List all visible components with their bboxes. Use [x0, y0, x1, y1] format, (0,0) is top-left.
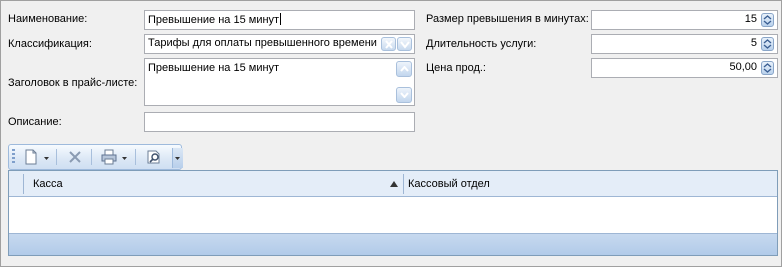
name-label: Наименование: [8, 13, 88, 25]
toolbar-overflow-button[interactable] [172, 148, 183, 168]
delete-icon [69, 151, 81, 163]
caret-down-icon [122, 157, 127, 160]
column-header-kassa[interactable]: Касса [29, 171, 404, 197]
toolbar-separator [56, 149, 57, 165]
clear-button[interactable] [381, 37, 396, 51]
spin-button[interactable] [761, 61, 774, 75]
new-icon [25, 149, 37, 165]
overrun-minutes-label: Размер превышения в минутах: [426, 13, 589, 25]
price-value: 50,00 [729, 61, 757, 73]
name-value: Превышение на 15 минут [148, 14, 280, 26]
pricelist-title-value: Превышение на 15 минут [148, 62, 280, 74]
grid-body[interactable] [9, 197, 777, 233]
text-cursor [280, 13, 282, 25]
toolbar-grip[interactable] [12, 149, 15, 165]
print-icon [101, 149, 117, 165]
pricelist-title-label: Заголовок в прайс-листе: [8, 77, 138, 89]
service-edit-panel: Наименование: Превышение на 15 минут Кла… [0, 0, 782, 267]
description-label: Описание: [8, 116, 62, 128]
chevron-down-icon [400, 41, 410, 49]
overrun-minutes-value: 15 [744, 13, 757, 25]
classification-label: Классификация: [8, 38, 92, 50]
grid-footer [9, 233, 777, 255]
description-field[interactable] [144, 112, 415, 132]
print-dropdown[interactable] [120, 148, 129, 168]
row-indicator-header[interactable] [9, 171, 23, 197]
spin-button[interactable] [761, 13, 774, 27]
overrun-minutes-spinner[interactable]: 15 [591, 10, 778, 30]
name-field[interactable]: Превышение на 15 минут [144, 10, 415, 30]
chevron-down-icon [400, 92, 409, 98]
toolbar-separator [135, 149, 136, 165]
spin-arrows-icon [763, 63, 772, 73]
classification-value: Тарифы для оплаты превышенного времени [148, 37, 377, 49]
search-button[interactable] [145, 148, 163, 166]
grid-toolbar [8, 144, 183, 170]
toolbar-separator [91, 149, 92, 165]
new-button[interactable] [22, 148, 40, 166]
search-icon [147, 150, 160, 164]
delete-button[interactable] [66, 148, 84, 166]
scroll-down-button[interactable] [396, 87, 412, 103]
column-divider [23, 174, 24, 194]
price-spinner[interactable]: 50,00 [591, 58, 778, 78]
dropdown-button[interactable] [397, 37, 412, 51]
column-header-label: Кассовый отдел [408, 178, 490, 190]
duration-spinner[interactable]: 5 [591, 34, 778, 54]
cash-register-grid: Касса Кассовый отдел [8, 170, 778, 256]
column-header-cash-department[interactable]: Кассовый отдел [404, 171, 777, 197]
price-label: Цена прод.: [426, 62, 486, 74]
scroll-up-button[interactable] [396, 61, 412, 77]
chevron-up-icon [400, 66, 409, 72]
clear-icon [385, 40, 393, 49]
column-header-label: Касса [33, 178, 63, 190]
print-button[interactable] [100, 148, 118, 166]
caret-down-icon [44, 157, 49, 160]
spin-arrows-icon [763, 15, 772, 25]
new-dropdown[interactable] [42, 148, 51, 168]
grid-header: Касса Кассовый отдел [9, 171, 777, 197]
chevron-down-icon [175, 157, 180, 160]
duration-value: 5 [750, 37, 757, 49]
sort-ascending-icon [390, 181, 398, 187]
spin-button[interactable] [761, 37, 774, 51]
classification-combo[interactable]: Тарифы для оплаты превышенного времени [144, 34, 415, 54]
pricelist-title-memo[interactable]: Превышение на 15 минут [144, 58, 415, 106]
spin-arrows-icon [763, 39, 772, 49]
duration-label: Длительность услуги: [426, 38, 537, 50]
